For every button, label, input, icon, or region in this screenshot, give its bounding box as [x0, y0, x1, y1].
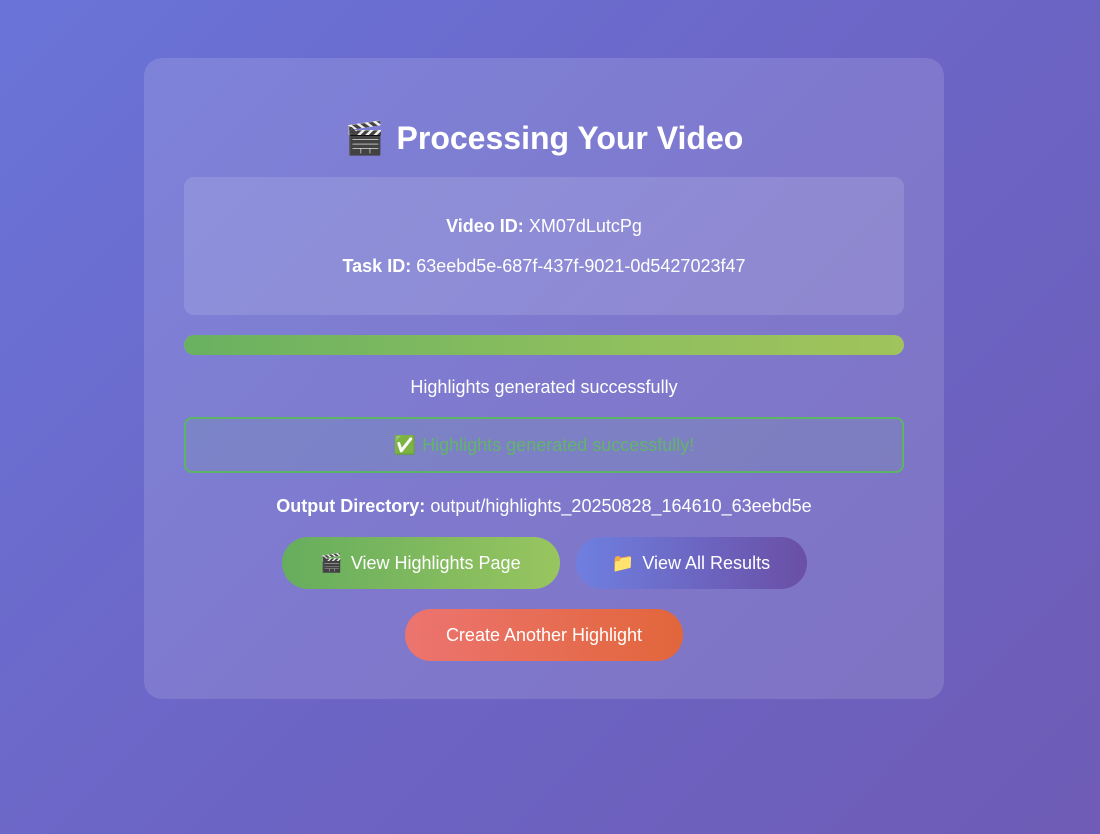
output-directory-label: Output Directory: — [276, 496, 426, 516]
create-another-highlight-button[interactable]: Create Another Highlight — [405, 609, 683, 661]
secondary-buttons-row: Create Another Highlight — [184, 609, 904, 661]
check-mark-icon: ✅ — [393, 435, 417, 455]
success-message-box: ✅ Highlights generated successfully! — [184, 417, 904, 473]
page-title: 🎬 Processing Your Video — [184, 116, 904, 160]
video-id-value: XM07dLutcPg — [528, 216, 642, 236]
video-info-panel: Video ID: XM07dLutcPg Task ID: 63eebd5e-… — [184, 177, 904, 315]
action-buttons-row: 🎬 View Highlights Page 📁 View All Results — [184, 537, 904, 589]
clapperboard-icon: 🎬 — [344, 120, 385, 156]
task-id-row: Task ID: 63eebd5e-687f-437f-9021-0d54270… — [184, 255, 904, 277]
task-id-value: 63eebd5e-687f-437f-9021-0d5427023f47 — [416, 256, 746, 276]
view-highlights-button[interactable]: 🎬 View Highlights Page — [281, 537, 560, 589]
video-id-row: Video ID: XM07dLutcPg — [184, 215, 904, 237]
status-text: Highlights generated successfully — [410, 377, 678, 397]
output-directory-path: output/highlights_20250828_164610_63eebd… — [430, 496, 812, 516]
page-title-text: Processing Your Video — [396, 120, 744, 156]
clapperboard-icon: 🎬 — [320, 552, 343, 573]
progress-bar-fill — [184, 335, 904, 355]
view-highlights-label: View Highlights Page — [350, 552, 521, 573]
video-id-label: Video ID: — [446, 216, 524, 236]
folder-icon: 📁 — [611, 552, 635, 573]
view-all-results-button[interactable]: 📁 View All Results — [575, 537, 807, 589]
task-id-label: Task ID: — [342, 256, 412, 276]
success-message-text: Highlights generated successfully! — [422, 435, 695, 455]
create-another-highlight-label: Create Another Highlight — [445, 624, 643, 645]
processing-card: 🎬 Processing Your Video Video ID: XM07dLu… — [144, 58, 944, 699]
view-all-results-label: View All Results — [642, 552, 771, 573]
progress-bar — [184, 335, 904, 355]
output-directory: Output Directory: output/highlights_2025… — [184, 495, 904, 517]
